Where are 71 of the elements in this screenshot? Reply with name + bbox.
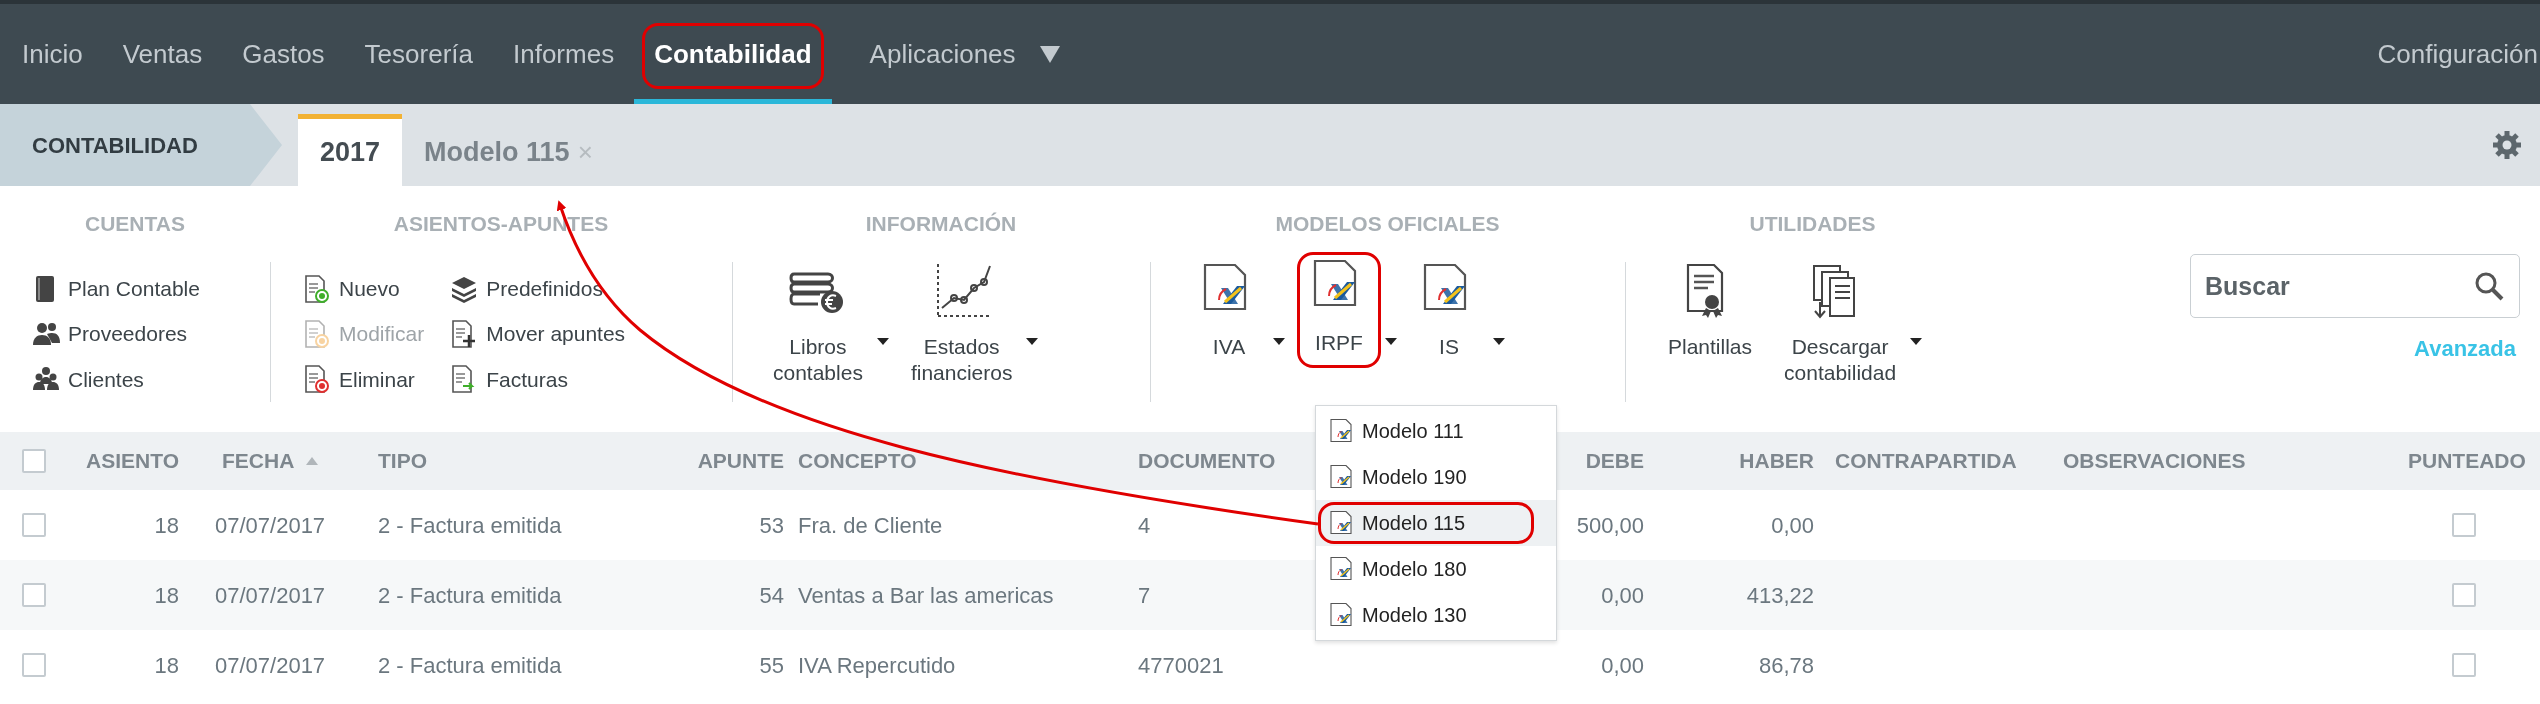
table-cell-text: 18	[154, 581, 179, 610]
table-cell-text: 413,22	[1746, 581, 1814, 610]
toolbar-item[interactable]: Clientes	[32, 356, 200, 402]
tab[interactable]: 2017	[298, 114, 403, 186]
toolbar-item: Modificar	[303, 311, 425, 357]
table-cell-text: 4	[1138, 511, 1151, 540]
nav-link[interactable]: Inicio	[2, 9, 103, 104]
table-cell-text: 2 - Factura emitida	[378, 581, 562, 610]
table-cell-text: 07/07/2017	[215, 651, 326, 680]
nav-link[interactable]: Tesorería	[344, 9, 493, 104]
checkbox[interactable]	[2452, 583, 2476, 607]
checkbox[interactable]	[2452, 513, 2476, 537]
table-cell-text: 500,00	[1576, 511, 1644, 540]
checkbox[interactable]	[22, 513, 46, 537]
table-cell-text: 53	[759, 511, 784, 540]
table-cell-text: 07/07/2017	[215, 581, 326, 610]
checkbox[interactable]	[22, 653, 46, 677]
table-cell-text: 0,00	[1601, 581, 1644, 610]
settings-icon	[2492, 130, 2522, 160]
nav-link[interactable]: Aplicaciones	[849, 9, 1080, 104]
table-cell-text: 2 - Factura emitida	[378, 511, 562, 540]
toolbar-item[interactable]: Proveedores	[32, 311, 200, 357]
toolbar-item[interactable]: Plan Contable	[32, 266, 200, 312]
tax-document-icon	[1328, 464, 1352, 490]
search-icon	[2474, 271, 2504, 301]
table-cell-text: Ventas a Bar las americas	[798, 581, 1054, 610]
table-cell-text: 0,00	[1601, 651, 1644, 680]
toolbar-item[interactable]: Libros contables	[763, 262, 873, 391]
breadcrumb[interactable]: CONTABILIDAD	[0, 104, 282, 186]
toolbar-item[interactable]: Nuevo	[303, 266, 425, 312]
sort-icon	[306, 457, 319, 465]
toolbar-item[interactable]: Mover apuntes	[450, 311, 626, 357]
table-cell-text: Fra. de Cliente	[798, 511, 943, 540]
delete-document-icon	[303, 364, 331, 395]
menu-item[interactable]: Modelo 115	[1316, 500, 1556, 546]
toolbar-item[interactable]: Plantillas	[1658, 262, 1763, 365]
toolbar-item[interactable]: IVA	[1189, 262, 1269, 365]
toolbar-item[interactable]: IS	[1409, 262, 1489, 365]
tax-document-icon	[1328, 418, 1352, 444]
tax-document-icon	[1328, 510, 1352, 536]
checkbox[interactable]	[22, 449, 46, 473]
menu-item[interactable]: Modelo 190	[1316, 454, 1556, 500]
toolbar-item[interactable]: Predefinidos	[450, 266, 626, 312]
table-cell-text: 18	[154, 511, 179, 540]
table-cell-text: IVA Repercutido	[798, 651, 956, 680]
table-cell-text: 07/07/2017	[215, 511, 326, 540]
add-document-icon	[303, 273, 331, 304]
toolbar-item[interactable]: IRPF	[1297, 252, 1381, 369]
toolbar-item[interactable]: Descargar contabilidad	[1774, 262, 1907, 391]
table-cell-text: 18	[154, 651, 179, 680]
table-cell-text: 86,78	[1758, 651, 1814, 680]
nav-link[interactable]: Informes	[493, 9, 635, 104]
table-cell-text: 2 - Factura emitida	[378, 651, 562, 680]
checkbox[interactable]	[22, 583, 46, 607]
tax-document-icon	[1328, 556, 1352, 582]
nav-link[interactable]: Gastos	[222, 9, 345, 104]
nav-link[interactable]: Ventas	[102, 9, 223, 104]
menu-item[interactable]: Modelo 111	[1316, 408, 1556, 454]
checkbox[interactable]	[2452, 653, 2476, 677]
table-cell-text: 0,00	[1771, 511, 1814, 540]
table-cell-text: 54	[759, 581, 784, 610]
toolbar-item[interactable]: Eliminar	[303, 356, 425, 402]
toolbar-item[interactable]: Estados financieros	[900, 262, 1023, 391]
table-cell-text: 7	[1138, 581, 1151, 610]
toolbar-item[interactable]: Facturas	[450, 356, 626, 402]
search-field[interactable]: Buscar	[2190, 254, 2520, 318]
table-cell-text: 4770021	[1138, 651, 1224, 680]
menu-item[interactable]: Configuración	[2377, 34, 2540, 74]
edit-document-icon	[303, 319, 331, 349]
tax-document-icon	[1328, 602, 1352, 628]
table-cell-text: 55	[759, 651, 784, 680]
